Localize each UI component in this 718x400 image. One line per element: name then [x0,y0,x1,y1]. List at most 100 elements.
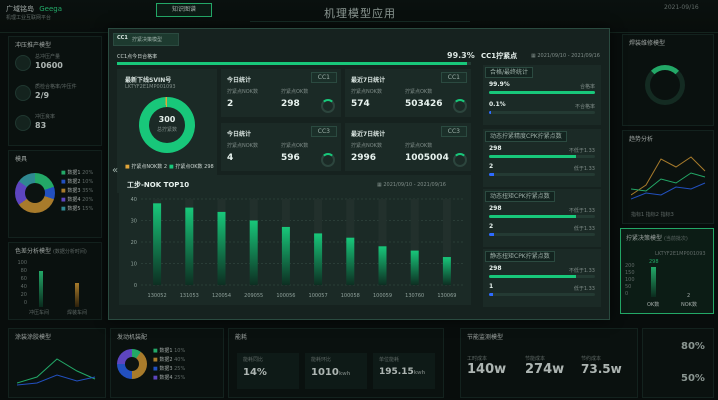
stat-card-4-v1: 2996 [351,153,377,163]
group-2-title: 动态扭矩CPK拧紧点数 [485,191,555,202]
nok-bar[interactable] [185,207,194,285]
stat-card-2-l1: 拧紧点NOK数 [351,89,382,95]
total-donut-hole [149,107,185,143]
stat-card-1-title: 今日统计 [227,77,252,84]
group-3-title: 静态扭矩CPK拧紧点数 [485,251,555,262]
stat-card-4-l1: 拧紧点NOK数 [351,143,382,149]
nok-bar[interactable] [281,226,290,285]
x-tick-label: 131053 [180,293,199,299]
group-3-a-label: 不低于1.33 [568,268,595,274]
tighten-modal: CC1 拧紧决策模型 CC1点今日合格率 99.3% 最新下线SVIN号 LKT… [108,28,610,320]
x-tick-label: 130069 [437,293,456,299]
stat-card-2-v2: 503426 [405,99,443,109]
nok-bar[interactable] [378,246,387,285]
stat-card-1: 今日统计 CC1 拧紧点NOK数 拧紧点OK数 2 298 [221,69,341,117]
nok-bar-chart: 0 10 20 30 40 130052 131053 120054 209055 100056 1… [131,197,463,299]
y-tick-label: 0 [134,283,137,289]
nok-bar[interactable] [153,203,162,285]
group-1-b-fill [489,173,495,176]
group-1-b-label: 低于1.33 [573,166,595,172]
stat-card-1-l1: 拧紧点NOK数 [227,89,258,95]
group-1-title: 动态拧紧精度CPK拧紧点数 [485,131,567,142]
stat-card-1-v2: 298 [281,99,300,109]
modal-tab-label: 拧紧决策模型 [132,37,163,43]
y-tick-label: 20 [131,240,137,246]
rate-box-r2-fill [489,111,492,114]
group-2-a-label: 不低于1.33 [568,208,595,214]
group-1-b-value: 2 [489,163,494,170]
nok-bar[interactable] [249,220,258,286]
y-tick-label: 40 [131,197,137,203]
stat-card-4-tag: CC3 [440,126,467,137]
stat-card-1-v1: 2 [227,99,234,109]
group-2-b-label: 低于1.33 [573,226,595,232]
x-tick-label: 120054 [212,293,231,299]
modal-tab[interactable]: CC1 拧紧决策模型 [113,33,179,46]
x-tick-label: 100057 [309,293,328,299]
nok-chart-date: ▦ 2021/09/10 - 2021/09/16 [377,182,446,188]
group-1-a-fill [489,155,576,158]
rate-box-r2-value: 0.1% [489,101,506,108]
legend-nok: ■ 拧紧点NOK数 2 [125,164,168,170]
cc1-rate-bar [117,62,471,65]
nok-chart-card: 工步-NOK TOP10 ▦ 2021/09/10 - 2021/09/16 0… [119,175,471,305]
stat-card-3-v2: 596 [281,153,300,163]
stat-card-3-title: 今日统计 [227,131,252,138]
group-2-b-fill [489,233,495,236]
prev-chevron-icon[interactable]: « [112,165,118,176]
group-3-b-value: 1 [489,283,494,290]
stat-card-4-gauge [453,153,467,167]
stat-card-4-title: 最近7日统计 [351,131,386,138]
modal-tab-badge: CC1 [117,35,128,41]
rate-box-r1-fill [489,91,595,94]
nok-bar[interactable] [217,211,226,285]
rate-box-r1-bar [489,91,595,94]
rate-box-title: 合格/最终统计 [485,67,534,78]
stat-card-2: 最近7日统计 CC1 拧紧点NOK数 拧紧点OK数 574 503426 [345,69,471,117]
group-1: 动态拧紧精度CPK拧紧点数 298 不低于1.33 2 低于1.33 [483,129,601,187]
stat-card-2-gauge [453,99,467,113]
right-section-title: CC1拧紧点 [481,52,518,60]
cc1-rate-label: CC1点今日合格率 [117,54,158,60]
calendar-icon: ▦ [377,182,382,188]
group-1-a-label: 不低于1.33 [568,148,595,154]
stat-card-3-gauge [321,153,335,167]
group-1-a-value: 298 [489,145,502,152]
rate-box-r2-label: 不合格率 [574,104,595,110]
stat-card-4-l2: 拧紧点OK数 [405,143,433,149]
rate-box-r1-value: 99.9% [489,81,510,88]
rate-box: 合格/最终统计 99.9% 合格率 0.1% 不合格率 [483,65,601,125]
x-tick-label: 100058 [341,293,360,299]
x-tick-label: 209055 [244,293,263,299]
nok-bar[interactable] [410,250,419,285]
nok-bar[interactable] [442,257,451,285]
legend-ok: ■ 拧紧点OK数 298 [169,164,214,170]
stat-card-3-tag: CC3 [310,126,337,137]
stat-card-1-gauge [321,99,335,113]
stat-card-2-title: 最近7日统计 [351,77,386,84]
x-tick-label: 100056 [276,293,295,299]
group-2-b-bar [489,233,595,236]
stat-card-3: 今日统计 CC3 拧紧点NOK数 拧紧点OK数 4 596 [221,123,341,171]
group-2-a-value: 298 [489,205,502,212]
nok-chart-title: 工步-NOK TOP10 [127,181,190,189]
nok-bar[interactable] [314,233,323,285]
x-tick-label: 100059 [373,293,392,299]
stat-card-2-tag: CC1 [440,72,467,83]
group-2-a-bar [489,215,595,218]
group-1-a-bar [489,155,595,158]
cc1-rate-bar-fill [117,62,468,65]
group-3-a-value: 298 [489,265,502,272]
group-2: 动态扭矩CPK拧紧点数 298 不低于1.33 2 低于1.33 [483,189,601,247]
stat-card-3-v1: 4 [227,153,234,163]
calendar-icon-2: ▦ [531,53,536,59]
y-tick-label: 30 [131,219,137,225]
group-3-b-bar [489,293,595,296]
group-2-b-value: 2 [489,223,494,230]
rate-box-r2-bar [489,111,595,114]
vin-number: LKTYF2E1MP001093 [125,84,176,90]
stat-card-2-l2: 拧紧点OK数 [405,89,433,95]
donut-caption: 总拧紧数 [156,127,177,133]
stat-card-2-v1: 574 [351,99,370,109]
nok-bar[interactable] [346,237,355,285]
